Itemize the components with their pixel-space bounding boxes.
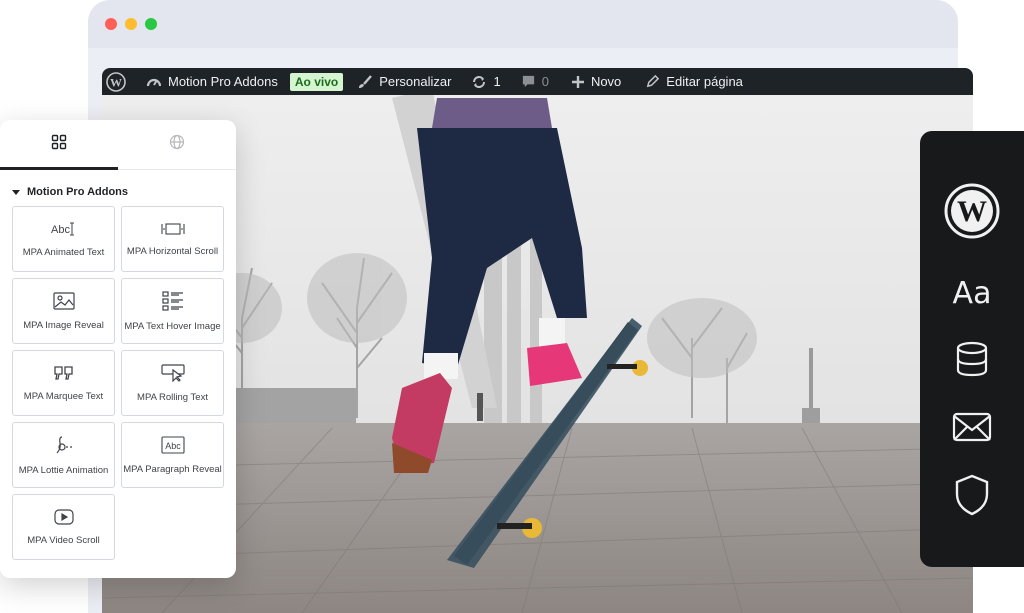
comments-count: 0 xyxy=(541,74,549,89)
widget-label: MPA Image Reveal xyxy=(23,319,104,331)
widget-label: MPA Video Scroll xyxy=(27,534,100,546)
svg-text:Abc: Abc xyxy=(165,441,181,451)
live-badge: Ao vivo xyxy=(289,72,344,91)
brush-icon xyxy=(357,74,373,90)
caret-down-icon xyxy=(12,189,20,195)
customize-link[interactable]: Personalizar xyxy=(351,68,457,95)
new-content-menu[interactable]: Novo xyxy=(565,68,627,95)
section-header[interactable]: Motion Pro Addons xyxy=(0,170,236,206)
widget-rolling-text[interactable]: MPA Rolling Text xyxy=(121,350,224,416)
live-status: Ao vivo xyxy=(284,68,349,95)
widget-label: MPA Text Hover Image xyxy=(124,320,221,332)
dock-item-typography[interactable]: Aa xyxy=(920,259,1024,327)
widget-marquee-text[interactable]: MPA Marquee Text xyxy=(12,350,115,416)
paragraph-icon: Abc xyxy=(160,435,185,454)
svg-text:Abc: Abc xyxy=(51,224,70,236)
maximize-window-button[interactable] xyxy=(145,18,157,30)
edit-page-label: Editar página xyxy=(666,74,743,89)
site-name-menu[interactable]: Motion Pro Addons xyxy=(140,68,284,95)
widget-image-reveal[interactable]: MPA Image Reveal xyxy=(12,278,115,344)
animated-text-icon: Abc xyxy=(51,221,77,237)
svg-text:W: W xyxy=(957,195,987,228)
wordpress-icon: W xyxy=(106,71,126,92)
minimize-window-button[interactable] xyxy=(125,18,137,30)
image-icon xyxy=(52,291,75,310)
site-name: Motion Pro Addons xyxy=(168,74,278,89)
mail-icon xyxy=(952,412,992,447)
comment-icon xyxy=(521,74,536,89)
list-image-icon xyxy=(161,290,184,311)
shield-icon xyxy=(954,474,990,521)
lottie-icon xyxy=(53,435,75,455)
new-label: Novo xyxy=(590,74,622,89)
wp-admin-bar: W Motion Pro Addons Ao vivo Personalizar xyxy=(102,68,973,95)
wp-logo-menu[interactable]: W xyxy=(102,68,132,95)
widget-grid: Abc MPA Animated Text MPA Horizontal Scr… xyxy=(0,206,236,560)
widget-label: MPA Horizontal Scroll xyxy=(126,245,219,257)
database-icon xyxy=(955,341,989,382)
grid-icon xyxy=(51,134,67,155)
pointer-icon xyxy=(160,363,185,382)
quote-icon xyxy=(53,365,75,381)
updates-link[interactable]: 1 xyxy=(465,68,506,95)
updates-count: 1 xyxy=(493,74,501,89)
widget-text-hover-image[interactable]: MPA Text Hover Image xyxy=(121,278,224,344)
widget-paragraph-reveal[interactable]: Abc MPA Paragraph Reveal xyxy=(121,422,224,488)
tab-global[interactable] xyxy=(118,120,236,169)
features-dock: W Aa xyxy=(920,131,1024,567)
tab-widgets[interactable] xyxy=(0,120,118,170)
typography-icon: Aa xyxy=(952,275,992,311)
pencil-icon xyxy=(645,74,660,89)
dashboard-icon xyxy=(146,74,162,90)
widget-horizontal-scroll[interactable]: MPA Horizontal Scroll xyxy=(121,206,224,272)
plus-icon xyxy=(571,75,585,89)
widgets-panel: Motion Pro Addons Abc MPA Animated Text … xyxy=(0,120,236,578)
widget-lottie-animation[interactable]: MPA Lottie Animation xyxy=(12,422,115,488)
customize-label: Personalizar xyxy=(379,74,452,89)
panel-tabs xyxy=(0,120,236,170)
section-title: Motion Pro Addons xyxy=(27,186,129,198)
browser-titlebar xyxy=(88,0,958,48)
dock-item-mail[interactable] xyxy=(920,395,1024,463)
widget-label: MPA Marquee Text xyxy=(23,390,104,402)
widget-video-scroll[interactable]: MPA Video Scroll xyxy=(12,494,115,560)
dock-item-security[interactable] xyxy=(920,463,1024,531)
close-window-button[interactable] xyxy=(105,18,117,30)
widget-label: MPA Lottie Animation xyxy=(18,464,109,476)
widget-label: MPA Rolling Text xyxy=(137,391,208,403)
wordpress-logo-icon: W xyxy=(944,183,1000,244)
stage: W Motion Pro Addons Ao vivo Personalizar xyxy=(0,0,1024,613)
svg-text:W: W xyxy=(110,75,122,89)
comments-link[interactable]: 0 xyxy=(515,68,555,95)
widget-label: MPA Paragraph Reveal xyxy=(123,463,222,475)
dock-item-wordpress[interactable]: W xyxy=(920,167,1024,259)
refresh-icon xyxy=(471,74,487,90)
globe-icon xyxy=(169,134,185,155)
widget-animated-text[interactable]: Abc MPA Animated Text xyxy=(12,206,115,272)
dock-item-database[interactable] xyxy=(920,327,1024,395)
horizontal-scroll-icon xyxy=(160,222,185,236)
edit-page-link[interactable]: Editar página xyxy=(639,68,749,95)
video-icon xyxy=(53,508,74,525)
widget-label: MPA Animated Text xyxy=(22,246,105,258)
